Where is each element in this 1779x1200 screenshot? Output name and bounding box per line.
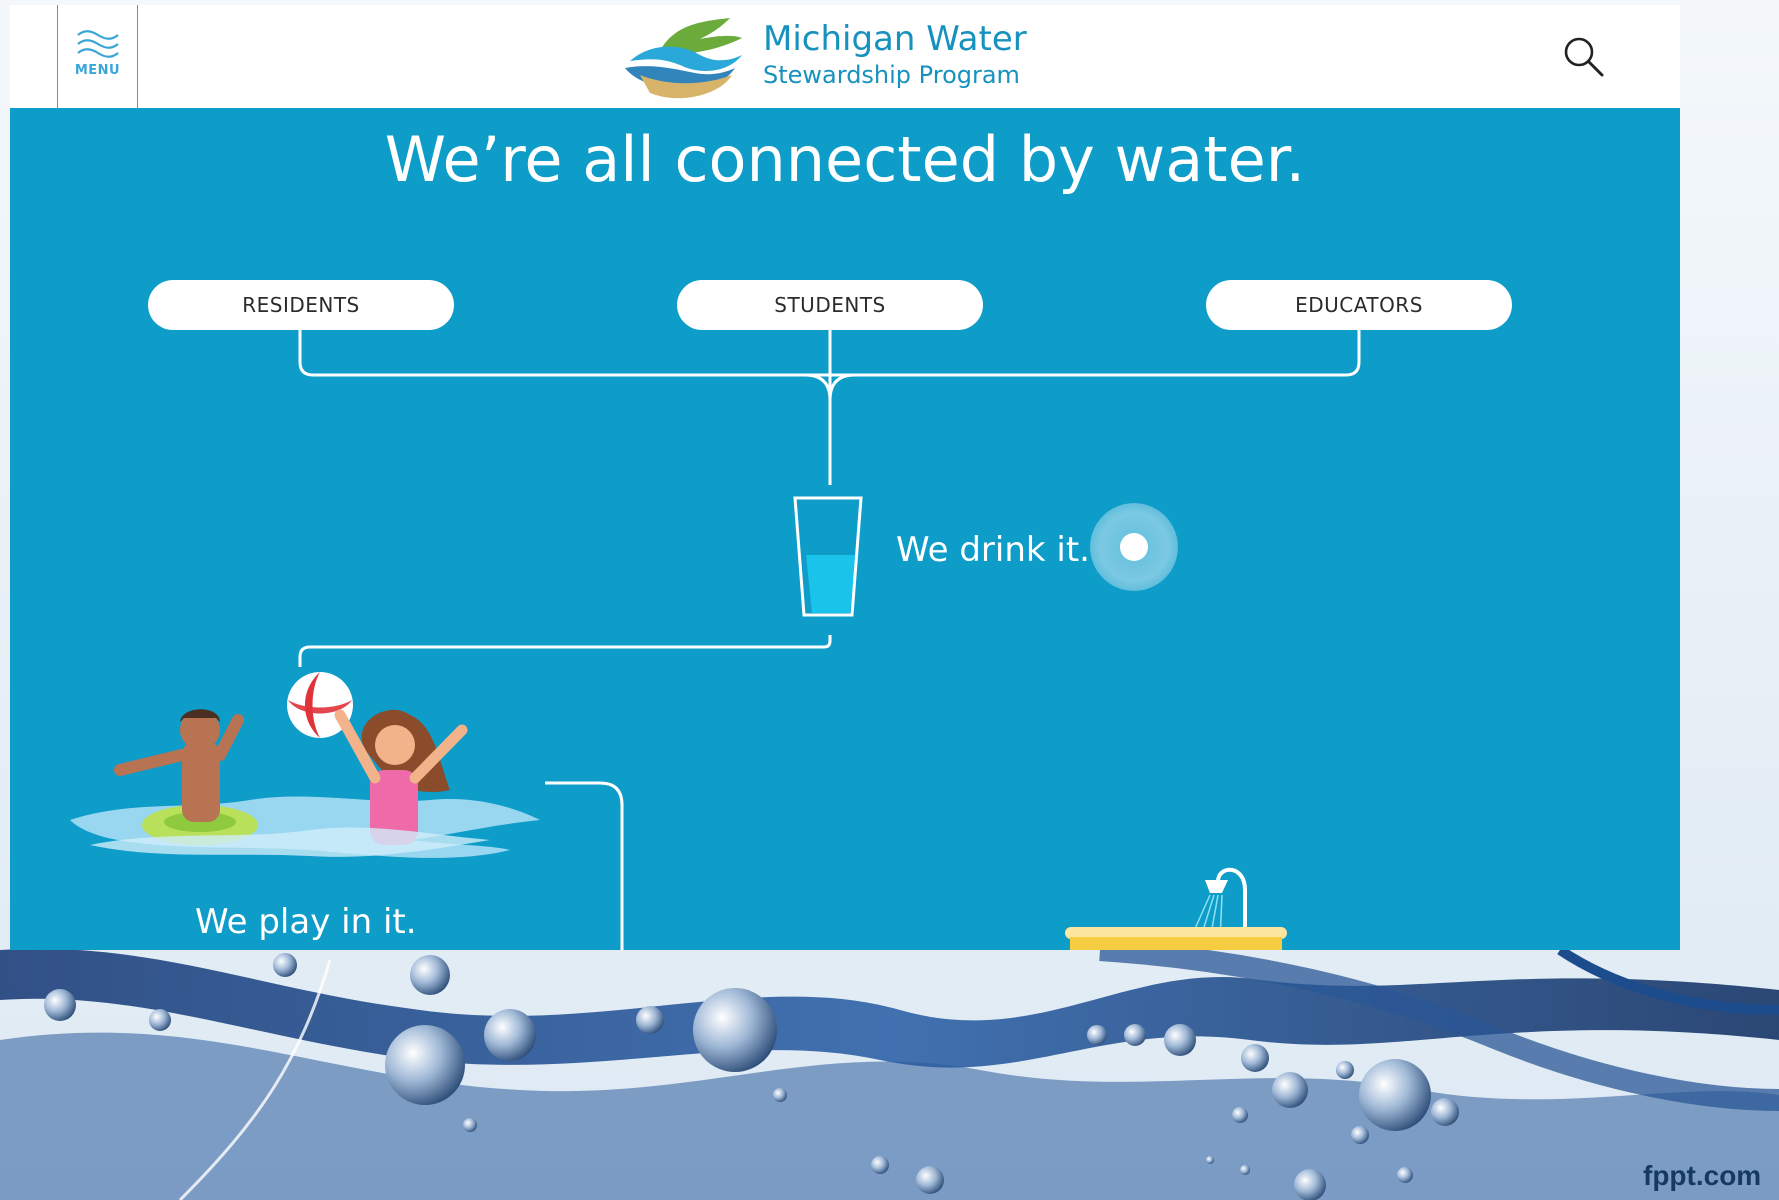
residents-button[interactable]: RESIDENTS	[148, 280, 454, 330]
educators-button[interactable]: EDUCATORS	[1206, 280, 1512, 330]
slide-watermark: fppt.com	[1643, 1160, 1762, 1191]
drink-caption: We drink it.	[896, 530, 1090, 570]
hotspot-marker[interactable]	[1090, 503, 1178, 591]
water-glass-icon	[793, 496, 863, 617]
swimmers-illustration	[70, 672, 540, 858]
students-button[interactable]: STUDENTS	[677, 280, 983, 330]
website-screenshot: MENU Michigan Water Stewardship Program …	[10, 5, 1680, 950]
play-caption: We play in it.	[195, 902, 417, 942]
shower-tub-illustration	[1065, 867, 1287, 950]
